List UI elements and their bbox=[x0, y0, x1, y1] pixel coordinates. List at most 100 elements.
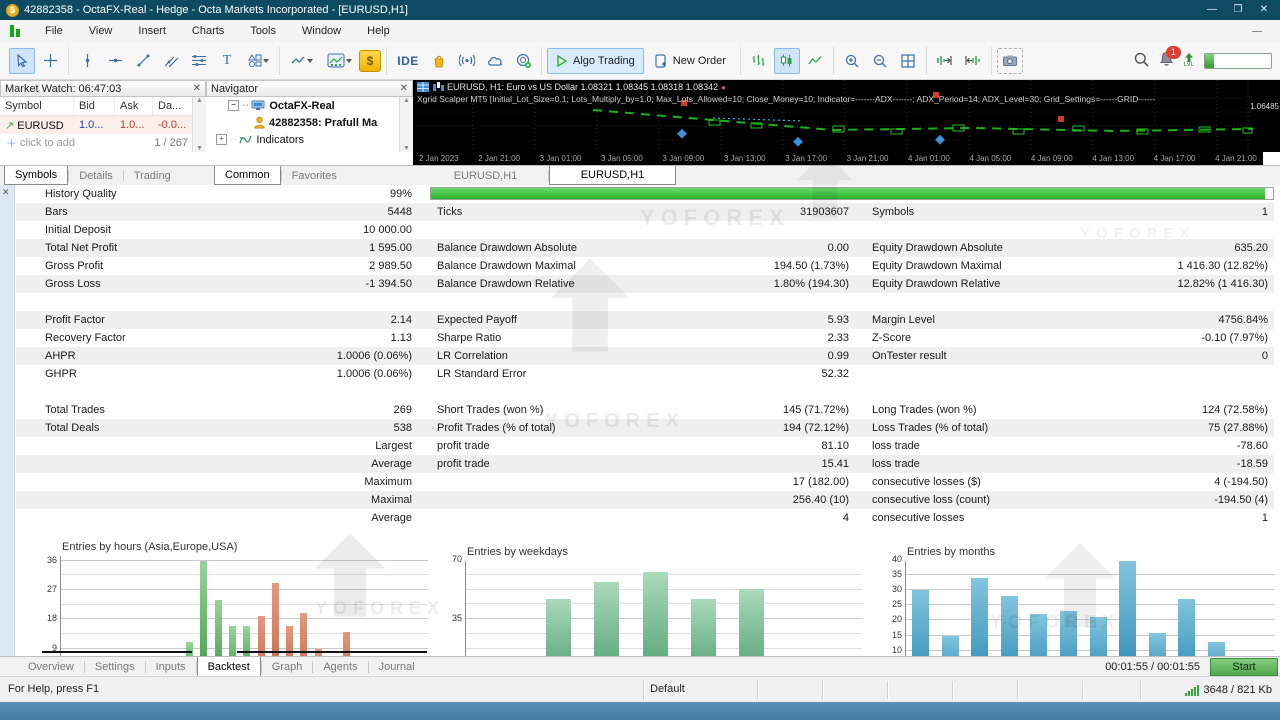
line-chart-mode-button[interactable] bbox=[802, 48, 828, 74]
scroll-up-icon[interactable]: ▲ bbox=[196, 97, 203, 104]
navigator-tab-common[interactable]: Common bbox=[214, 166, 281, 185]
market-bag-button[interactable] bbox=[426, 48, 452, 74]
close-button[interactable]: ✕ bbox=[1252, 1, 1276, 19]
market-watch-tab-symbols[interactable]: Symbols bbox=[4, 166, 68, 185]
tester-tab-backtest[interactable]: Backtest bbox=[197, 657, 261, 677]
market-watch-header[interactable]: Market Watch: 06:47:03 ✕ bbox=[0, 80, 206, 97]
navigator-scrollbar[interactable]: ▲ ▼ bbox=[399, 97, 413, 152]
navigator-account-node[interactable]: 42882358: Prafull Ma bbox=[206, 114, 413, 131]
menu-file[interactable]: File bbox=[32, 22, 76, 40]
stat-label: consecutive loss (count) bbox=[872, 491, 990, 509]
channel-tool-button[interactable] bbox=[158, 48, 184, 74]
navigator-close-icon[interactable]: ✕ bbox=[400, 84, 408, 94]
chart-template-dropdown-button[interactable] bbox=[321, 48, 357, 74]
profile-name[interactable]: Default bbox=[650, 683, 685, 695]
stat-value: 2.33 bbox=[828, 329, 849, 347]
new-order-button[interactable]: New Order bbox=[646, 48, 735, 74]
vps-cloud-button[interactable] bbox=[482, 48, 508, 74]
column-header-symbol[interactable]: Symbol bbox=[0, 97, 74, 115]
y-axis-label: 35 bbox=[438, 613, 462, 623]
navigator-header[interactable]: Navigator ✕ bbox=[206, 80, 413, 97]
maximize-button[interactable]: ❐ bbox=[1226, 1, 1250, 19]
zoom-in-button[interactable] bbox=[839, 48, 865, 74]
horizontal-line-tool-button[interactable] bbox=[102, 48, 128, 74]
notifications-bell-icon[interactable]: 1 bbox=[1159, 51, 1174, 70]
navigator-indicators-node[interactable]: + ·· Indicators bbox=[206, 131, 413, 148]
line-studies-dropdown-button[interactable] bbox=[285, 48, 319, 74]
tester-tab-graph[interactable]: Graph bbox=[262, 657, 313, 677]
chart-tab-eurusd-h1[interactable]: EURUSD,H1 bbox=[423, 166, 548, 185]
market-watch-tabs: SymbolsDetailsTrading bbox=[0, 166, 210, 185]
shapes-tool-button[interactable] bbox=[242, 48, 274, 74]
market-watch-tab-trading[interactable]: Trading bbox=[124, 166, 181, 185]
menu-insert[interactable]: Insert bbox=[125, 22, 179, 40]
tester-tab-agents[interactable]: Agents bbox=[313, 657, 367, 677]
column-header-ask[interactable]: Ask bbox=[115, 97, 153, 115]
equidistant-levels-tool-button[interactable] bbox=[186, 48, 212, 74]
stat-value: 2 989.50 bbox=[369, 257, 412, 275]
menu-help[interactable]: Help bbox=[354, 22, 403, 40]
stat-label: Sharpe Ratio bbox=[437, 329, 501, 347]
navigator-broker-node[interactable]: − ·· OctaFX-Real bbox=[206, 97, 413, 114]
community-button[interactable] bbox=[510, 48, 536, 74]
metaeditor-ide-button[interactable]: IDE bbox=[392, 48, 424, 74]
stat-value: Average bbox=[371, 509, 412, 527]
market-watch-scrollbar[interactable]: ▲ ▼ bbox=[192, 97, 206, 152]
vertical-line-tool-button[interactable] bbox=[74, 48, 100, 74]
chart-tab-eurusd-h1[interactable]: EURUSD,H1 bbox=[549, 166, 676, 185]
tester-close-icon[interactable]: ✕ bbox=[2, 187, 10, 198]
stat-value: 145 (71.72%) bbox=[783, 401, 849, 419]
scroll-down-icon[interactable]: ▼ bbox=[196, 145, 203, 152]
stat-label: Symbols bbox=[872, 203, 914, 221]
text-tool-button[interactable]: T bbox=[214, 48, 240, 74]
shapes-dropdown-caret[interactable] bbox=[263, 59, 269, 63]
screenshot-camera-button[interactable] bbox=[997, 48, 1023, 74]
menu-window[interactable]: Window bbox=[289, 22, 354, 40]
tester-tab-settings[interactable]: Settings bbox=[85, 657, 145, 677]
tester-tab-overview[interactable]: Overview bbox=[18, 657, 84, 677]
market-watch-close-icon[interactable]: ✕ bbox=[193, 84, 201, 94]
auto-scroll-button[interactable] bbox=[932, 48, 958, 74]
stat-value: -194.50 (4) bbox=[1214, 491, 1268, 509]
stat-label: Initial Deposit bbox=[45, 221, 111, 239]
tester-tab-inputs[interactable]: Inputs bbox=[146, 657, 196, 677]
column-header-bid[interactable]: Bid bbox=[74, 97, 115, 115]
time-axis-label: 3 Jan 17:00 bbox=[785, 154, 827, 163]
menu-view[interactable]: View bbox=[76, 22, 126, 40]
tile-windows-button[interactable] bbox=[895, 48, 921, 74]
level-icon[interactable]: LVL bbox=[1184, 53, 1194, 68]
minimize-button[interactable]: — bbox=[1200, 1, 1224, 19]
cursor-tool-button[interactable] bbox=[9, 48, 35, 74]
market-watch-column-headers[interactable]: SymbolBidAskDa... bbox=[0, 97, 206, 116]
price-chart[interactable]: EURUSD, H1: Euro vs US Dollar 1.08321 1.… bbox=[413, 80, 1280, 152]
candlestick-mode-button[interactable] bbox=[774, 48, 800, 74]
scroll-down-icon[interactable]: ▼ bbox=[403, 145, 410, 152]
scroll-up-icon[interactable]: ▲ bbox=[403, 97, 410, 104]
signals-button[interactable] bbox=[454, 48, 480, 74]
market-watch-symbol-row[interactable]: ↗ EURUSD 1.0... 1.0... -0.0... bbox=[0, 116, 206, 134]
menu-tools[interactable]: Tools bbox=[237, 22, 289, 40]
algo-trading-button[interactable]: Algo Trading bbox=[547, 48, 644, 74]
trendline-tool-button[interactable] bbox=[130, 48, 156, 74]
chart-price-label: 1.06485 bbox=[1248, 102, 1279, 111]
market-watch-add-row[interactable]: ＋ click to add 1 / 267 bbox=[0, 134, 206, 151]
collapse-icon[interactable]: − bbox=[228, 100, 239, 111]
search-icon[interactable] bbox=[1134, 52, 1149, 70]
stats-row: Total Net Profit1 595.00Balance Drawdown… bbox=[16, 239, 1274, 257]
deposit-dollar-button[interactable]: $ bbox=[359, 50, 381, 72]
chart-shift-button[interactable] bbox=[960, 48, 986, 74]
market-watch-tab-details[interactable]: Details bbox=[69, 166, 123, 185]
expand-icon[interactable]: + bbox=[216, 134, 227, 145]
stat-label: Total Trades bbox=[45, 401, 105, 419]
column-header-da[interactable]: Da... bbox=[153, 97, 193, 115]
mdi-minimize-icon[interactable] bbox=[1252, 31, 1262, 32]
start-button[interactable]: Start bbox=[1210, 658, 1278, 676]
menu-charts[interactable]: Charts bbox=[179, 22, 237, 40]
bar-chart-mode-button[interactable] bbox=[746, 48, 772, 74]
crosshair-tool-button[interactable] bbox=[37, 48, 63, 74]
bar bbox=[1090, 617, 1107, 656]
navigator-tab-favorites[interactable]: Favorites bbox=[282, 166, 347, 185]
tester-tab-journal[interactable]: Journal bbox=[369, 657, 425, 677]
strategy-tester-panel: ✕ Strategy Tester History Quality99%Bars… bbox=[0, 185, 1280, 656]
zoom-out-button[interactable] bbox=[867, 48, 893, 74]
